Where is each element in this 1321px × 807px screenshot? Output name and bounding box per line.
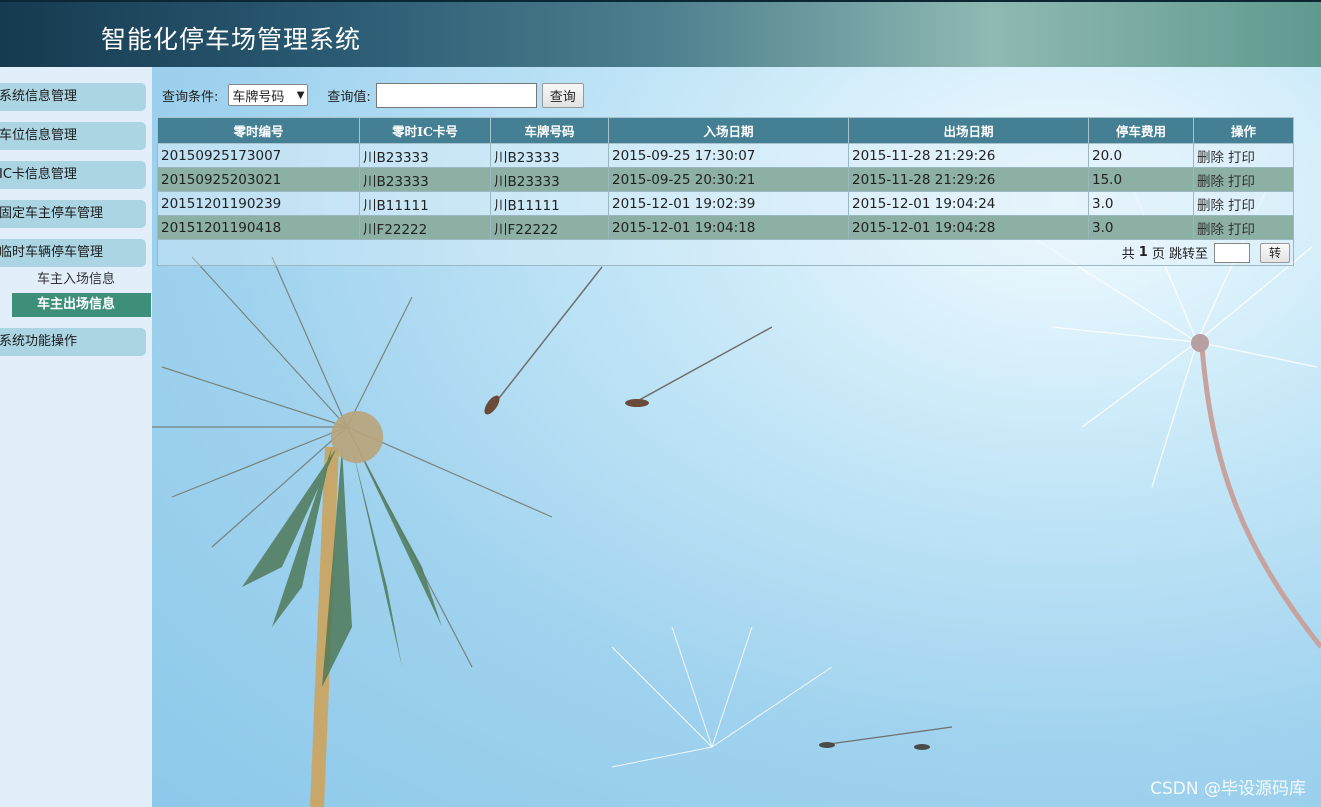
col-exit-date: 出场日期 (848, 117, 1089, 144)
main-content: 查询条件: 车牌号码 ▼ 查询值: 查询 零时编号 零时IC卡号 车牌号码 入场… (152, 67, 1321, 807)
menu-parking-space[interactable]: 车位信息管理 (0, 122, 146, 150)
cell-ic-card: 川B23333 (359, 143, 491, 168)
watermark-text: CSDN @毕设源码库 (1150, 779, 1306, 799)
cell-plate: 川B23333 (490, 143, 609, 168)
col-actions: 操作 (1193, 117, 1294, 144)
cell-exit-date: 2015-11-28 21:29:26 (848, 143, 1089, 168)
pager: 共 1 页 跳转至 转 (1121, 242, 1290, 263)
col-entry-date: 入场日期 (608, 117, 849, 144)
cell-ic-card: 川B11111 (359, 191, 491, 216)
app-header: 智能化停车场管理系统 (0, 0, 1321, 67)
cell-entry-date: 2015-09-25 20:30:21 (608, 167, 849, 192)
print-link[interactable]: 打印 (1228, 198, 1255, 214)
menu-temp-vehicle-parking[interactable]: 临时车辆停车管理 (0, 239, 146, 267)
cell-temp-number: 20150925203021 (157, 167, 360, 192)
cell-fee: 3.0 (1088, 215, 1194, 240)
cell-plate: 川B23333 (490, 167, 609, 192)
condition-select[interactable]: 车牌号码 ▼ (228, 84, 309, 106)
cell-entry-date: 2015-09-25 17:30:07 (608, 143, 849, 168)
menu-system-functions[interactable]: 系统功能操作 (0, 328, 146, 356)
pager-prefix: 共 (1121, 247, 1135, 262)
cell-plate: 川F22222 (490, 215, 609, 240)
cell-exit-date: 2015-12-01 19:04:28 (848, 215, 1089, 240)
print-link[interactable]: 打印 (1228, 222, 1255, 238)
page-jump-input[interactable] (1213, 242, 1250, 263)
cell-entry-date: 2015-12-01 19:04:18 (608, 215, 849, 240)
delete-link[interactable]: 删除 (1197, 150, 1224, 166)
cell-exit-date: 2015-11-28 21:29:26 (848, 167, 1089, 192)
col-temp-ic-card: 零时IC卡号 (359, 117, 491, 144)
cell-ic-card: 川B23333 (359, 167, 491, 192)
cell-fee: 15.0 (1088, 167, 1194, 192)
pager-suffix: 页 跳转至 (1151, 247, 1208, 262)
pager-cell: 共 1 页 跳转至 转 (157, 239, 1294, 266)
table-row: 20151201190239 川B11111 川B11111 2015-12-0… (157, 191, 1294, 216)
menu-system-info[interactable]: 系统信息管理 (0, 83, 146, 111)
page-jump-button[interactable]: 转 (1259, 242, 1290, 263)
menu-ic-card[interactable]: IC卡信息管理 (0, 161, 146, 189)
col-parking-fee: 停车费用 (1088, 117, 1194, 144)
delete-link[interactable]: 删除 (1197, 174, 1224, 190)
cell-exit-date: 2015-12-01 19:04:24 (848, 191, 1089, 216)
pager-row: 共 1 页 跳转至 转 (157, 239, 1294, 266)
sidebar: 系统信息管理 车位信息管理 IC卡信息管理 固定车主停车管理 临时车辆停车管理 … (0, 67, 152, 807)
print-link[interactable]: 打印 (1228, 150, 1255, 166)
delete-link[interactable]: 删除 (1197, 198, 1224, 214)
cell-actions: 删除 打印 (1193, 191, 1294, 216)
cell-fee: 20.0 (1088, 143, 1194, 168)
app-title: 智能化停车场管理系统 (101, 25, 362, 54)
cell-plate: 川B11111 (490, 191, 609, 216)
cell-entry-date: 2015-12-01 19:02:39 (608, 191, 849, 216)
chevron-down-icon: ▼ (296, 89, 305, 101)
cell-actions: 删除 打印 (1193, 215, 1294, 240)
table-row: 20150925173007 川B23333 川B23333 2015-09-2… (157, 143, 1294, 168)
value-label: 查询值: (327, 89, 371, 105)
cell-temp-number: 20151201190418 (157, 215, 360, 240)
cell-temp-number: 20150925173007 (157, 143, 360, 168)
menu-fixed-owner-parking[interactable]: 固定车主停车管理 (0, 200, 146, 228)
submenu-owner-exit[interactable]: 车主出场信息 (12, 293, 151, 317)
cell-fee: 3.0 (1088, 191, 1194, 216)
table-row: 20151201190418 川F22222 川F22222 2015-12-0… (157, 215, 1294, 240)
cell-actions: 删除 打印 (1193, 167, 1294, 192)
cell-temp-number: 20151201190239 (157, 191, 360, 216)
table-header-row: 零时编号 零时IC卡号 车牌号码 入场日期 出场日期 停车费用 操作 (157, 117, 1294, 144)
exit-records-table: 零时编号 零时IC卡号 车牌号码 入场日期 出场日期 停车费用 操作 20150… (157, 117, 1294, 266)
col-temp-number: 零时编号 (157, 117, 360, 144)
condition-select-value: 车牌号码 (232, 89, 285, 105)
delete-link[interactable]: 删除 (1197, 222, 1224, 238)
search-value-input[interactable] (375, 82, 537, 108)
search-bar: 查询条件: 车牌号码 ▼ 查询值: 查询 (162, 82, 584, 108)
table-row: 20150925203021 川B23333 川B23333 2015-09-2… (157, 167, 1294, 192)
col-plate-number: 车牌号码 (490, 117, 609, 144)
search-button[interactable]: 查询 (541, 82, 584, 108)
submenu-owner-entry[interactable]: 车主入场信息 (12, 268, 151, 292)
pager-total-pages: 1 (1138, 245, 1148, 260)
cell-ic-card: 川F22222 (359, 215, 491, 240)
condition-label: 查询条件: (162, 89, 219, 105)
print-link[interactable]: 打印 (1228, 174, 1255, 190)
cell-actions: 删除 打印 (1193, 143, 1294, 168)
